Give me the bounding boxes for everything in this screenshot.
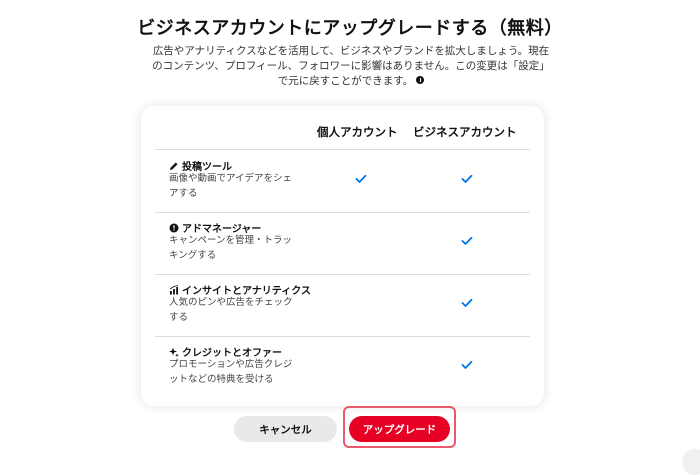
corner-decoration: [682, 449, 700, 475]
dialog-description: 広告やアナリティクスなどを活用して、ビジネスやブランドを拡大しましょう。現在のコ…: [148, 44, 554, 89]
column-header-personal: 個人アカウント: [317, 125, 398, 139]
pencil-icon: [170, 162, 178, 170]
check-icon: [461, 236, 473, 245]
feature-description: キャンペーンを管理・トラッキングする: [169, 235, 293, 261]
feature-row-insights: インサイトとアナリティクス 人気のピンや広告をチェックする: [155, 274, 530, 337]
column-header-business: ビジネスアカウント: [413, 125, 517, 139]
check-icon: [461, 298, 473, 307]
cancel-button[interactable]: キャンセル: [234, 416, 337, 442]
upgrade-button[interactable]: アップグレード: [349, 416, 450, 442]
feature-row-posting-tools: 投稿ツール 画像や動画でアイデアをシェアする: [155, 150, 530, 213]
dialog-title: ビジネスアカウントにアップグレードする（無料）: [137, 18, 563, 39]
alert-icon: [169, 223, 179, 232]
analytics-icon: [169, 284, 179, 294]
comparison-card: 個人アカウント ビジネスアカウント 投稿ツール 画像や動画でアイデアをシェアする…: [141, 106, 544, 406]
sparkle-icon: [169, 347, 179, 357]
check-icon: [461, 360, 473, 369]
feature-row-credits: クレジットとオファー プロモーションや広告クレジットなどの特典を受ける: [155, 336, 530, 398]
description-text: 広告やアナリティクスなどを活用して、ビジネスやブランドを拡大しましょう。現在のコ…: [152, 45, 550, 87]
check-icon: [355, 174, 367, 183]
feature-description: プロモーションや広告クレジットなどの特典を受ける: [169, 359, 293, 385]
feature-description: 画像や動画でアイデアをシェアする: [169, 173, 293, 199]
info-icon[interactable]: [416, 76, 425, 84]
feature-description: 人気のピンや広告をチェックする: [169, 297, 293, 323]
check-icon: [461, 174, 473, 183]
feature-row-ads-manager: アドマネージャー キャンペーンを管理・トラッキングする: [155, 212, 530, 275]
